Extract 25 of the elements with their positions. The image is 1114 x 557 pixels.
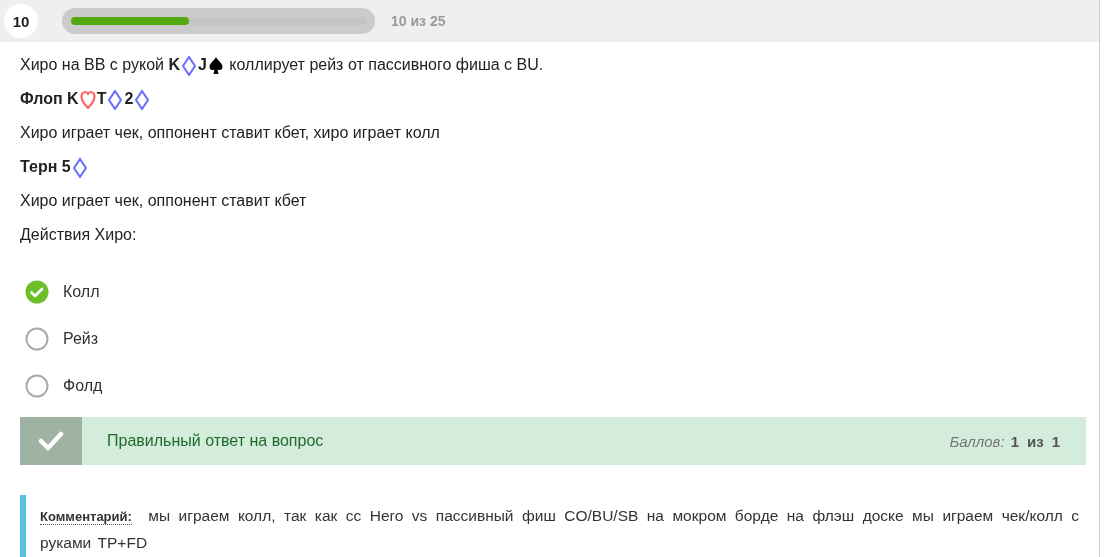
question-text: Терн 5 <box>20 157 71 177</box>
radio-button[interactable] <box>25 374 49 398</box>
option-label[interactable]: Колл <box>63 283 100 301</box>
question-text: J <box>198 55 207 75</box>
question-text: K <box>168 55 180 75</box>
question-number: 10 <box>4 4 38 38</box>
progress-counter: 10 из 25 <box>391 13 446 29</box>
radio-button[interactable] <box>25 327 49 351</box>
option-label[interactable]: Рейз <box>63 330 99 348</box>
question-text: коллирует рейз от пассивного фиша с BU. <box>228 55 544 75</box>
question-text: T <box>96 89 107 109</box>
radio-checked-icon[interactable] <box>25 280 49 304</box>
question-text: Хиро играет чек, оппонент ставит кбет, хиро играет колл <box>20 123 440 143</box>
option-label[interactable]: Фолд <box>63 377 103 395</box>
question-text: 2 <box>124 89 134 109</box>
comment-text: Комментарий: мы играем колл, так как сс Hero vs пассивный фиш CO/BU/SB на мокром борде на флэш доске мы играем чек/колл с руками TP+FD <box>40 506 1079 553</box>
score-value: 1 <box>1010 432 1019 450</box>
question-text: Флоп K <box>20 89 79 109</box>
question-text: Действия Хиро: <box>20 225 137 245</box>
question-text: Хиро на BB с рукой <box>20 55 165 75</box>
question-text: Хиро играет чек, оппонент ставит кбет <box>20 191 307 211</box>
score-of: из <box>1026 432 1044 450</box>
score-label: Баллов: <box>949 432 1005 450</box>
result-message: Правильный ответ на вопрос <box>107 432 324 450</box>
score-max: 1 <box>1051 432 1060 450</box>
